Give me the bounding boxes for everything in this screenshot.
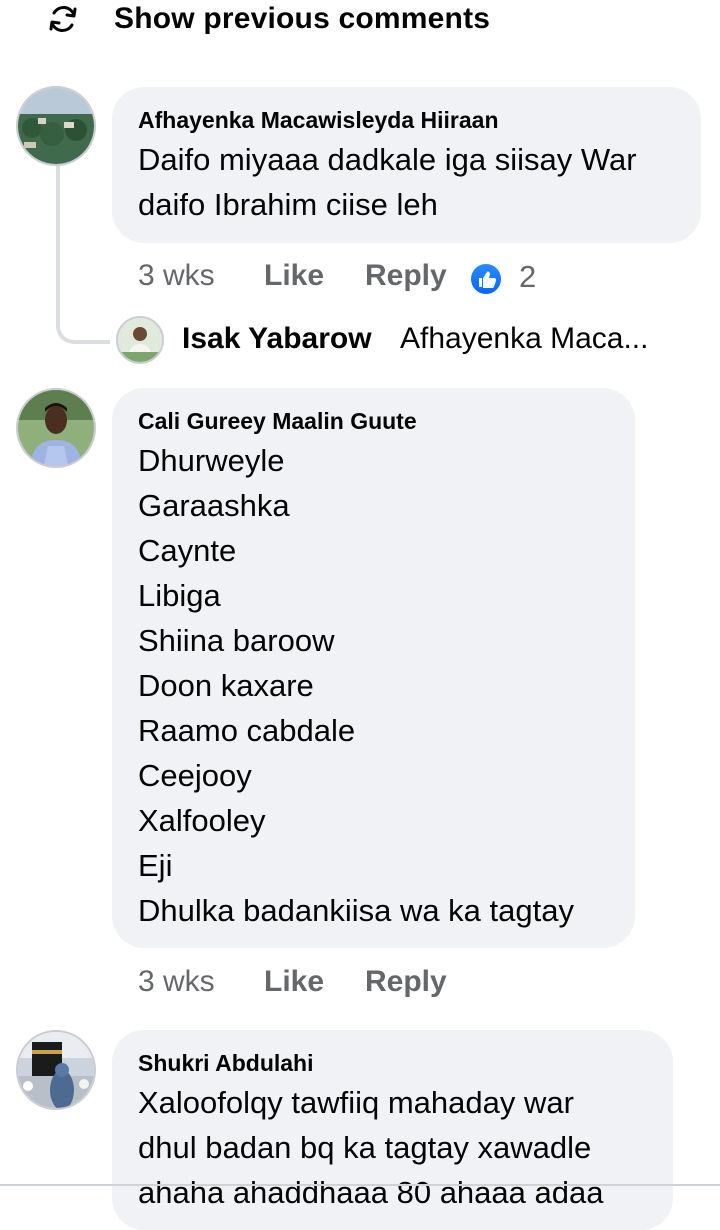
comment-line: Libiga (138, 578, 221, 613)
show-previous-label[interactable]: Show previous comments (114, 2, 490, 36)
reply-author[interactable]: Isak Yabarow (182, 322, 372, 356)
comment-time[interactable]: 3 wks (138, 259, 215, 293)
comment-bubble: Shukri Abdulahi Xaloofolqy tawfiiq mahad… (112, 1030, 673, 1230)
comment-line: ahaha ahaddhaaa 80 ahaaa adaa (138, 1175, 604, 1210)
comment-author[interactable]: Shukri Abdulahi (138, 1050, 314, 1077)
comment-line: Caynte (138, 533, 237, 568)
thread-connector (56, 166, 110, 344)
comment-author[interactable]: Afhayenka Macawisleyda Hiiraan (138, 107, 499, 134)
comment-line: Xalfooley (138, 803, 266, 838)
comment-bubble: Cali Gureey Maalin Guute Dhurweyle Garaa… (112, 388, 635, 948)
comment-line: Dhulka badankiisa wa ka tagtay (138, 893, 574, 928)
comment-line: Eji (138, 848, 173, 883)
comment-line: Daifo miyaaa dadkale iga siisay War (138, 142, 637, 177)
like-button[interactable]: Like (264, 259, 324, 293)
comment-bubble: Afhayenka Macawisleyda Hiiraan Daifo miy… (112, 87, 701, 243)
comment-line: Shiina baroow (138, 623, 335, 658)
comment-line: Raamo cabdale (138, 713, 356, 748)
comment-line: Ceejooy (138, 758, 252, 793)
comment-text: Daifo miyaaa dadkale iga siisay War daif… (138, 137, 637, 227)
reply-avatar[interactable] (116, 316, 164, 364)
comment-line: dhul badan bq ka tagtay xawadle (138, 1130, 592, 1165)
comment-author[interactable]: Cali Gureey Maalin Guute (138, 408, 417, 435)
avatar[interactable] (16, 86, 96, 166)
reaction-count[interactable]: 2 (519, 259, 536, 295)
comment-line: Doon kaxare (138, 668, 314, 703)
refresh-icon (46, 2, 80, 36)
comment-time[interactable]: 3 wks (138, 965, 215, 999)
reply-button[interactable]: Reply (365, 965, 447, 999)
reply-preview-text[interactable]: Afhayenka Maca... (400, 322, 648, 356)
comment-line: Garaashka (138, 488, 290, 523)
avatar[interactable] (16, 388, 96, 468)
like-button[interactable]: Like (264, 965, 324, 999)
comment-line: Xaloofolqy tawfiiq mahaday war (138, 1085, 574, 1120)
reply-button[interactable]: Reply (365, 259, 447, 293)
comment-line: Dhurweyle (138, 443, 285, 478)
comment-text: Dhurweyle Garaashka Caynte Libiga Shiina… (138, 438, 574, 933)
comment-line: daifo Ibrahim ciise leh (138, 187, 438, 222)
bottom-divider (0, 1184, 720, 1186)
comment-text: Xaloofolqy tawfiiq mahaday war dhul bada… (138, 1080, 603, 1215)
like-reaction-icon[interactable] (469, 262, 503, 296)
avatar[interactable] (16, 1030, 96, 1110)
show-previous-comments[interactable]: Show previous comments (0, 0, 720, 40)
